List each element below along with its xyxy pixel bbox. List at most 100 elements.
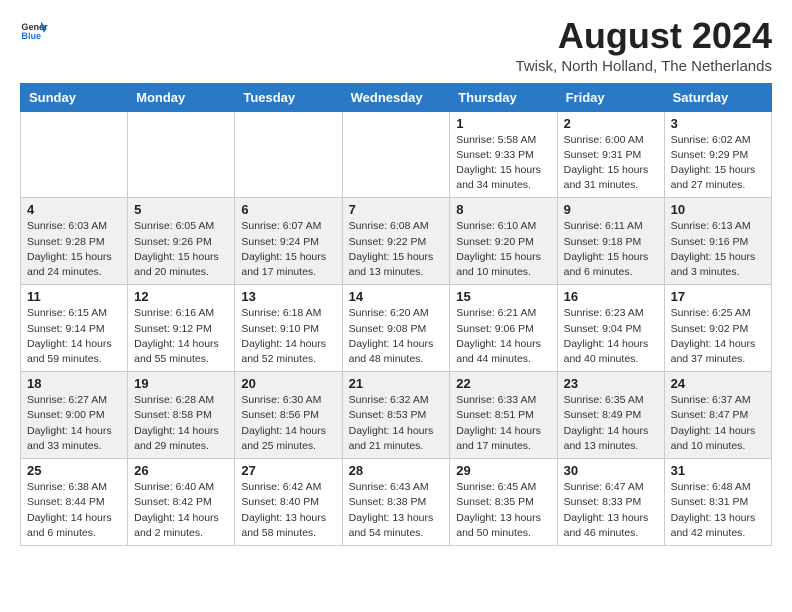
calendar-cell-w4-d7: 24Sunrise: 6:37 AM Sunset: 8:47 PM Dayli… (664, 372, 771, 459)
calendar-header-row: Sunday Monday Tuesday Wednesday Thursday… (21, 83, 772, 111)
logo: General Blue (20, 16, 48, 44)
header-thursday: Thursday (450, 83, 557, 111)
day-info: Sunrise: 6:25 AM Sunset: 9:02 PM Dayligh… (671, 306, 765, 367)
header-friday: Friday (557, 83, 664, 111)
day-info: Sunrise: 6:37 AM Sunset: 8:47 PM Dayligh… (671, 393, 765, 454)
calendar-cell-w1-d5: 1 Sunrise: 5:58 AM Sunset: 9:33 PM Daylig… (450, 111, 557, 198)
calendar-cell-w5-d5: 29 Sunrise: 6:45 AM Sunset: 8:35 PM Dayli… (450, 459, 557, 546)
day-number: 1 (456, 116, 550, 131)
day-info: Sunrise: 6:08 AM Sunset: 9:22 PM Dayligh… (349, 219, 444, 280)
calendar-week-2: 4 Sunrise: 6:03 AM Sunset: 9:28 PM Daylig… (21, 198, 772, 285)
day-number: 18 (27, 376, 121, 391)
day-number: 25 (27, 463, 121, 478)
day-number: 14 (349, 289, 444, 304)
calendar-cell-w2-d5: 8Sunrise: 6:10 AM Sunset: 9:20 PM Daylig… (450, 198, 557, 285)
day-info: Sunrise: 6:27 AM Sunset: 9:00 PM Dayligh… (27, 393, 121, 454)
header-wednesday: Wednesday (342, 83, 450, 111)
calendar-cell-w1-d3 (235, 111, 342, 198)
day-info: Sunrise: 6:32 AM Sunset: 8:53 PM Dayligh… (349, 393, 444, 454)
day-number: 12 (134, 289, 228, 304)
day-number: 5 (134, 202, 228, 217)
day-info: Sunrise: 6:45 AM Sunset: 8:35 PM Dayligh… (456, 480, 550, 541)
day-info: Sunrise: 6:07 AM Sunset: 9:24 PM Dayligh… (241, 219, 335, 280)
day-number: 29 (456, 463, 550, 478)
day-info: Sunrise: 6:23 AM Sunset: 9:04 PM Dayligh… (564, 306, 658, 367)
calendar-cell-w5-d4: 28 Sunrise: 6:43 AM Sunset: 8:38 PM Dayli… (342, 459, 450, 546)
day-info: Sunrise: 6:00 AM Sunset: 9:31 PM Dayligh… (564, 133, 658, 194)
calendar-cell-w3-d7: 17 Sunrise: 6:25 AM Sunset: 9:02 PM Dayli… (664, 285, 771, 372)
day-number: 13 (241, 289, 335, 304)
calendar-cell-w1-d7: 3Sunrise: 6:02 AM Sunset: 9:29 PM Daylig… (664, 111, 771, 198)
day-info: Sunrise: 6:02 AM Sunset: 9:29 PM Dayligh… (671, 133, 765, 194)
calendar-cell-w5-d1: 25 Sunrise: 6:38 AM Sunset: 8:44 PM Dayli… (21, 459, 128, 546)
calendar-cell-w4-d6: 23 Sunrise: 6:35 AM Sunset: 8:49 PM Dayli… (557, 372, 664, 459)
day-number: 7 (349, 202, 444, 217)
day-info: Sunrise: 6:16 AM Sunset: 9:12 PM Dayligh… (134, 306, 228, 367)
calendar-cell-w1-d2 (128, 111, 235, 198)
day-number: 23 (564, 376, 658, 391)
day-info: Sunrise: 6:28 AM Sunset: 8:58 PM Dayligh… (134, 393, 228, 454)
title-area: August 2024 Twisk, North Holland, The Ne… (515, 16, 772, 75)
day-info: Sunrise: 6:03 AM Sunset: 9:28 PM Dayligh… (27, 219, 121, 280)
day-number: 26 (134, 463, 228, 478)
day-number: 6 (241, 202, 335, 217)
day-number: 22 (456, 376, 550, 391)
svg-text:Blue: Blue (21, 31, 41, 41)
day-number: 20 (241, 376, 335, 391)
day-number: 27 (241, 463, 335, 478)
day-info: Sunrise: 6:20 AM Sunset: 9:08 PM Dayligh… (349, 306, 444, 367)
calendar-cell-w1-d1 (21, 111, 128, 198)
calendar-cell-w5-d2: 26 Sunrise: 6:40 AM Sunset: 8:42 PM Dayli… (128, 459, 235, 546)
day-info: Sunrise: 6:42 AM Sunset: 8:40 PM Dayligh… (241, 480, 335, 541)
day-number: 17 (671, 289, 765, 304)
day-number: 2 (564, 116, 658, 131)
calendar-week-4: 18 Sunrise: 6:27 AM Sunset: 9:00 PM Dayli… (21, 372, 772, 459)
calendar-cell-w1-d4 (342, 111, 450, 198)
day-info: Sunrise: 6:33 AM Sunset: 8:51 PM Dayligh… (456, 393, 550, 454)
calendar-cell-w2-d7: 10 Sunrise: 6:13 AM Sunset: 9:16 PM Dayli… (664, 198, 771, 285)
day-info: Sunrise: 6:35 AM Sunset: 8:49 PM Dayligh… (564, 393, 658, 454)
day-info: Sunrise: 6:18 AM Sunset: 9:10 PM Dayligh… (241, 306, 335, 367)
day-number: 31 (671, 463, 765, 478)
day-number: 28 (349, 463, 444, 478)
day-info: Sunrise: 6:10 AM Sunset: 9:20 PM Dayligh… (456, 219, 550, 280)
calendar-cell-w5-d6: 30Sunrise: 6:47 AM Sunset: 8:33 PM Dayli… (557, 459, 664, 546)
day-number: 30 (564, 463, 658, 478)
calendar-cell-w4-d2: 19 Sunrise: 6:28 AM Sunset: 8:58 PM Dayli… (128, 372, 235, 459)
day-number: 11 (27, 289, 121, 304)
header-sunday: Sunday (21, 83, 128, 111)
location-subtitle: Twisk, North Holland, The Netherlands (515, 58, 772, 75)
calendar-table: Sunday Monday Tuesday Wednesday Thursday… (20, 83, 772, 546)
header-saturday: Saturday (664, 83, 771, 111)
calendar-cell-w3-d3: 13 Sunrise: 6:18 AM Sunset: 9:10 PM Dayli… (235, 285, 342, 372)
calendar-cell-w4-d3: 20 Sunrise: 6:30 AM Sunset: 8:56 PM Dayli… (235, 372, 342, 459)
header-tuesday: Tuesday (235, 83, 342, 111)
day-number: 9 (564, 202, 658, 217)
calendar-cell-w3-d2: 12 Sunrise: 6:16 AM Sunset: 9:12 PM Dayli… (128, 285, 235, 372)
day-info: Sunrise: 5:58 AM Sunset: 9:33 PM Dayligh… (456, 133, 550, 194)
day-info: Sunrise: 6:05 AM Sunset: 9:26 PM Dayligh… (134, 219, 228, 280)
calendar-cell-w4-d1: 18 Sunrise: 6:27 AM Sunset: 9:00 PM Dayli… (21, 372, 128, 459)
day-info: Sunrise: 6:43 AM Sunset: 8:38 PM Dayligh… (349, 480, 444, 541)
calendar-cell-w4-d4: 21Sunrise: 6:32 AM Sunset: 8:53 PM Dayli… (342, 372, 450, 459)
calendar-cell-w2-d6: 9Sunrise: 6:11 AM Sunset: 9:18 PM Daylig… (557, 198, 664, 285)
day-number: 4 (27, 202, 121, 217)
day-info: Sunrise: 6:13 AM Sunset: 9:16 PM Dayligh… (671, 219, 765, 280)
day-info: Sunrise: 6:21 AM Sunset: 9:06 PM Dayligh… (456, 306, 550, 367)
day-number: 10 (671, 202, 765, 217)
month-year-title: August 2024 (515, 16, 772, 56)
day-info: Sunrise: 6:15 AM Sunset: 9:14 PM Dayligh… (27, 306, 121, 367)
calendar-cell-w3-d1: 11 Sunrise: 6:15 AM Sunset: 9:14 PM Dayli… (21, 285, 128, 372)
day-info: Sunrise: 6:48 AM Sunset: 8:31 PM Dayligh… (671, 480, 765, 541)
day-info: Sunrise: 6:38 AM Sunset: 8:44 PM Dayligh… (27, 480, 121, 541)
calendar-week-1: 1 Sunrise: 5:58 AM Sunset: 9:33 PM Daylig… (21, 111, 772, 198)
calendar-cell-w4-d5: 22 Sunrise: 6:33 AM Sunset: 8:51 PM Dayli… (450, 372, 557, 459)
calendar-cell-w1-d6: 2 Sunrise: 6:00 AM Sunset: 9:31 PM Daylig… (557, 111, 664, 198)
day-number: 16 (564, 289, 658, 304)
calendar-cell-w2-d1: 4 Sunrise: 6:03 AM Sunset: 9:28 PM Daylig… (21, 198, 128, 285)
day-info: Sunrise: 6:40 AM Sunset: 8:42 PM Dayligh… (134, 480, 228, 541)
calendar-cell-w5-d7: 31 Sunrise: 6:48 AM Sunset: 8:31 PM Dayli… (664, 459, 771, 546)
logo-icon: General Blue (20, 16, 48, 44)
day-info: Sunrise: 6:30 AM Sunset: 8:56 PM Dayligh… (241, 393, 335, 454)
day-number: 19 (134, 376, 228, 391)
